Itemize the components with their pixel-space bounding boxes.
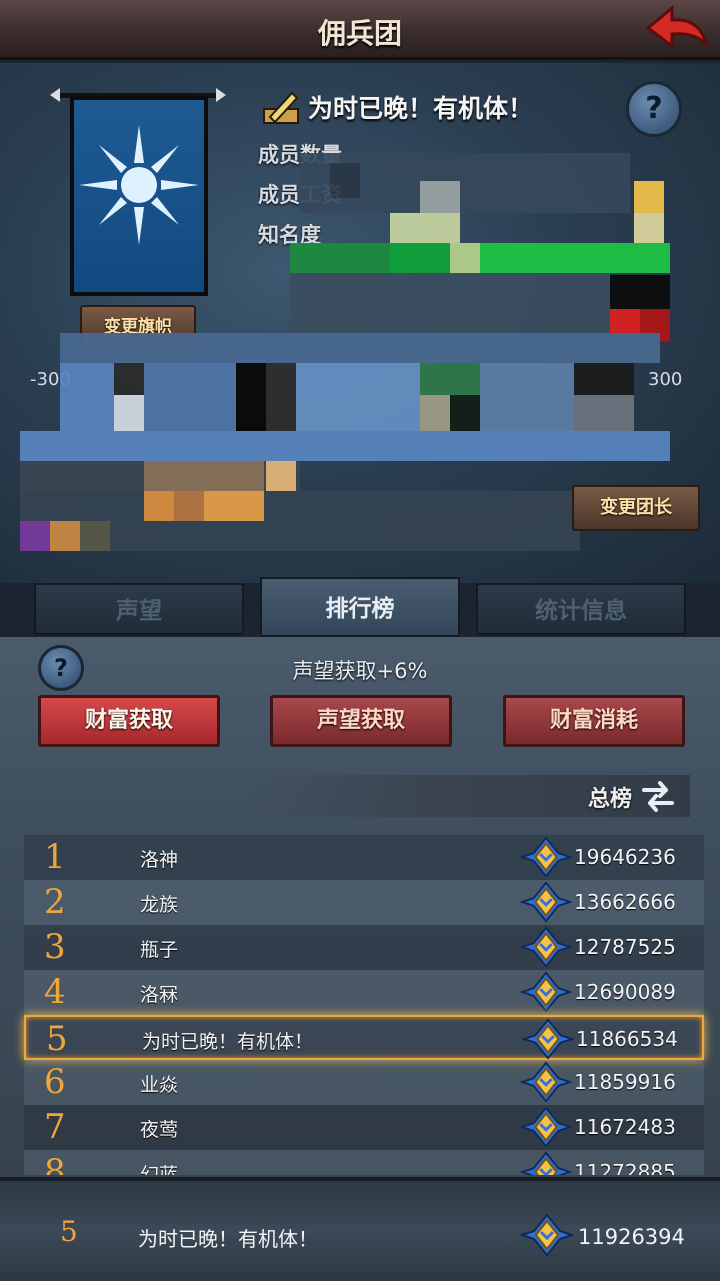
reputation-gain-button[interactable]: 声望获取: [270, 695, 452, 747]
tab-leaderboard[interactable]: 排行榜: [260, 577, 460, 637]
page-title: 佣兵团: [317, 17, 402, 50]
guild-name-cell: 龙族: [140, 894, 179, 916]
score-cell: 11272885: [574, 1160, 676, 1175]
my-guild-name: 为时已晚！有机体！: [138, 1227, 318, 1251]
back-button[interactable]: [642, 4, 712, 54]
my-rank-number: 5: [60, 1215, 78, 1248]
score-cell: 12787525: [574, 935, 676, 959]
guild-name-cell: 洛冧: [140, 984, 179, 1006]
tab-bar: 声望 排行榜 统计信息: [0, 577, 720, 639]
guild-name-cell: 瓶子: [140, 939, 179, 961]
diamond-medal-icon: [520, 836, 572, 878]
diamond-medal-icon: [520, 1106, 572, 1148]
rank-number: 2: [44, 882, 66, 922]
score-cell: 11672483: [574, 1115, 676, 1139]
diamond-medal-icon: [520, 1151, 572, 1175]
table-row[interactable]: 6 业焱 11859916: [24, 1060, 704, 1105]
diamond-medal-icon: [520, 1061, 572, 1103]
table-row[interactable]: 8 幻蓝 11272885: [24, 1150, 704, 1175]
score-cell: 19646236: [574, 845, 676, 869]
table-row[interactable]: 7 夜莺 11672483: [24, 1105, 704, 1150]
rank-number: 5: [46, 1019, 68, 1059]
table-row[interactable]: 4 洛冧 12690089: [24, 970, 704, 1015]
my-rank-bar: 5 为时已晚！有机体！ 11926394: [0, 1177, 720, 1281]
tab-reputation[interactable]: 声望: [34, 583, 244, 635]
rank-number: 1: [44, 837, 66, 877]
table-row-own-guild[interactable]: 5 为时已晚！有机体！ 11866534: [24, 1015, 704, 1060]
score-cell: 12690089: [574, 980, 676, 1004]
table-row[interactable]: 3 瓶子 12787525: [24, 925, 704, 970]
score-cell: 11866534: [576, 1027, 678, 1051]
rank-number: 6: [44, 1062, 66, 1102]
score-cell: 13662666: [574, 890, 676, 914]
diamond-medal-icon: [522, 1018, 574, 1060]
change-leader-button[interactable]: 变更团长: [572, 485, 700, 531]
total-ranking-label: 总榜: [587, 787, 632, 812]
rank-number: 3: [44, 927, 66, 967]
wealth-gain-button[interactable]: 财富获取: [38, 695, 220, 747]
rank-number: 4: [44, 972, 66, 1012]
swap-arrows-icon: [642, 781, 674, 812]
rank-number: 8: [44, 1152, 66, 1175]
diamond-medal-icon: [520, 1213, 574, 1257]
score-cell: 11859916: [574, 1070, 676, 1094]
guild-name-cell: 夜莺: [140, 1119, 179, 1141]
diamond-medal-icon: [520, 926, 572, 968]
guild-name-cell: 为时已晚！有机体！: [142, 1031, 314, 1053]
table-row[interactable]: 1 洛神 19646236: [24, 835, 704, 880]
tab-statistics[interactable]: 统计信息: [476, 583, 686, 635]
back-arrow-icon: [645, 4, 709, 49]
reputation-bonus-text: 声望获取+6%: [292, 659, 428, 683]
diamond-medal-icon: [520, 881, 572, 923]
my-score: 11926394: [578, 1225, 685, 1249]
total-ranking-toggle[interactable]: 总榜: [240, 775, 690, 817]
diamond-medal-icon: [520, 971, 572, 1013]
guild-info-panel: 变更旗帜 为时已晚！有机体！ ? 成员数量 成员工资 知名度 -300 300: [0, 63, 720, 583]
table-row[interactable]: 2 龙族 13662666: [24, 880, 704, 925]
guild-name-cell: 幻蓝: [140, 1164, 179, 1175]
guild-name-cell: 业焱: [140, 1074, 179, 1096]
rank-number: 7: [44, 1107, 66, 1147]
wealth-spent-button[interactable]: 财富消耗: [503, 695, 685, 747]
leaderboard-list: 1 洛神 19646236 2 龙族 13662666 3 瓶子 12787525 4 洛冧 1269…: [0, 835, 720, 1175]
leaderboard-panel: ? 声望获取+6% 财富获取 声望获取 财富消耗 总榜 1 洛神 19646236 2…: [0, 637, 720, 1177]
top-bar: 佣兵团: [0, 0, 720, 60]
guild-name-cell: 洛神: [140, 849, 179, 871]
